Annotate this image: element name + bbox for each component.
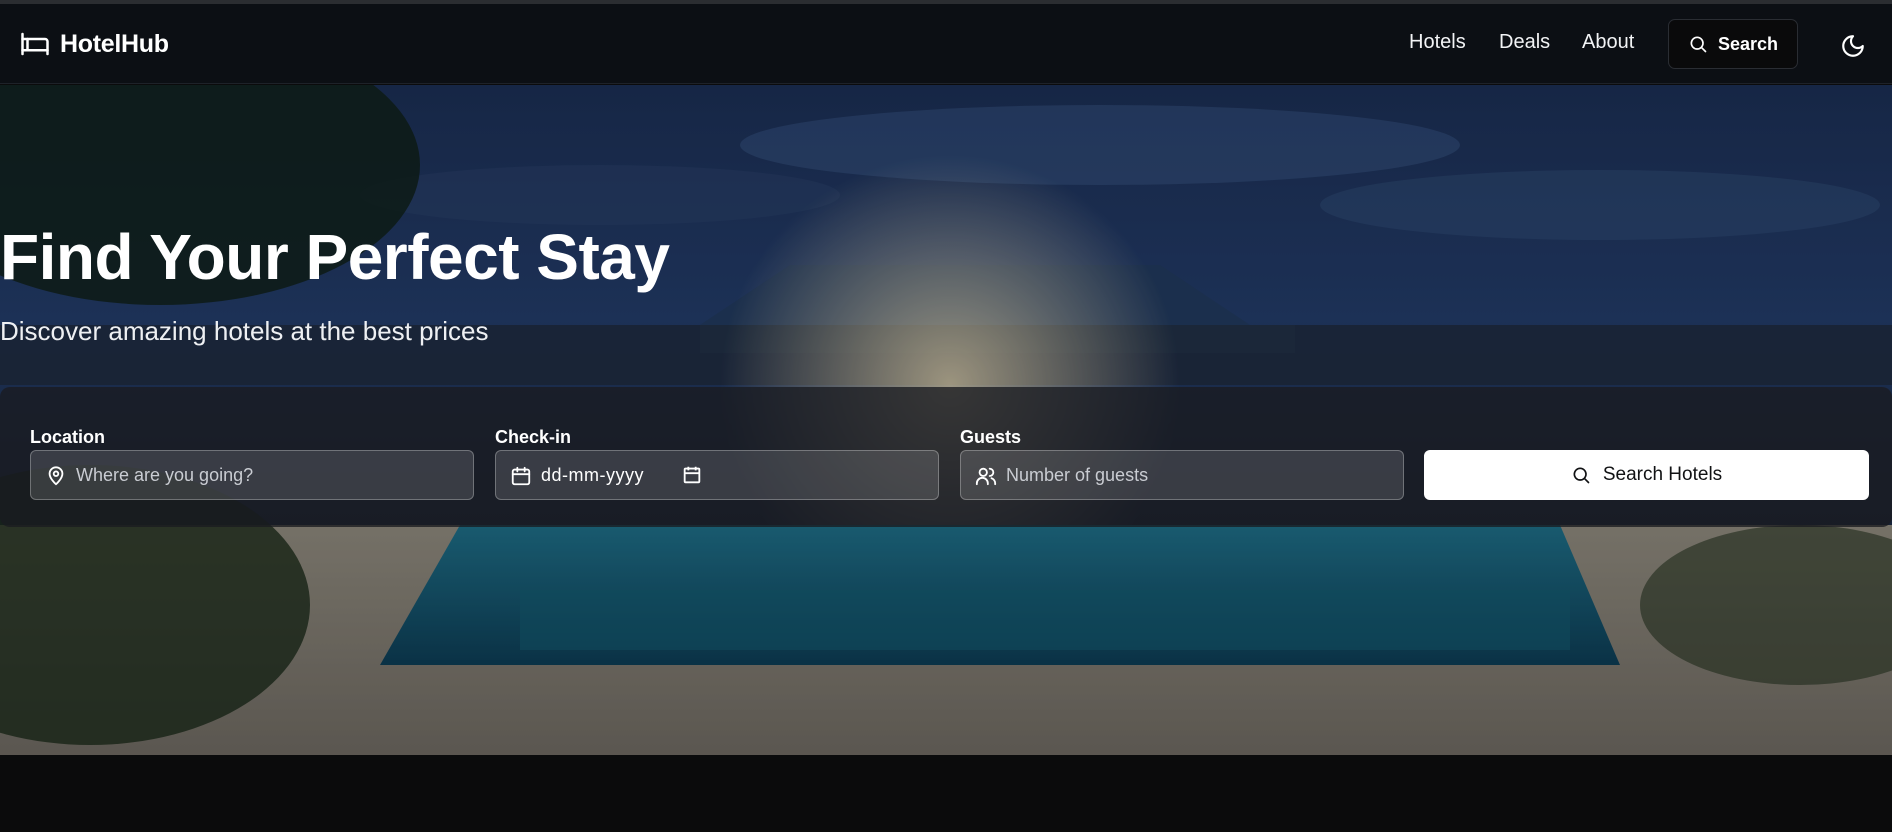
search-icon <box>1690 36 1707 53</box>
calendar-icon <box>511 466 531 486</box>
guests-input[interactable]: Number of guests <box>960 450 1404 500</box>
navbar: HotelHub Hotels Deals About Search <box>0 4 1892 84</box>
hero-title: Find Your Perfect Stay <box>0 221 670 293</box>
map-pin-icon <box>48 466 64 486</box>
nav-link-deals[interactable]: Deals <box>1499 31 1550 54</box>
nav-link-hotels[interactable]: Hotels <box>1409 31 1466 54</box>
guests-label: Guests <box>960 427 1022 447</box>
checkin-value: dd-mm-yyyy <box>541 464 644 485</box>
search-hotels-button[interactable]: Search Hotels <box>1424 450 1869 500</box>
brand-logo[interactable]: HotelHub <box>20 28 169 60</box>
theme-toggle-button[interactable] <box>1840 33 1866 59</box>
location-label: Location <box>30 427 105 447</box>
guests-placeholder: Number of guests <box>1006 464 1149 485</box>
moon-icon <box>1842 35 1864 57</box>
nav-search-label: Search <box>1717 33 1779 54</box>
brand-name: HotelHub <box>60 29 169 58</box>
checkin-date-input[interactable]: dd-mm-yyyy <box>495 450 939 500</box>
hotel-search-form: Location Where are you going? Check-in d… <box>0 387 1892 527</box>
checkin-label: Check-in <box>495 427 572 447</box>
date-picker-icon[interactable] <box>681 464 703 486</box>
users-icon <box>975 467 997 486</box>
nav-link-about[interactable]: About <box>1582 31 1634 54</box>
nav-search-button[interactable]: Search <box>1668 19 1798 69</box>
location-placeholder: Where are you going? <box>76 464 254 485</box>
search-hotels-label: Search Hotels <box>1602 464 1723 485</box>
hero-section: Find Your Perfect Stay Discover amazing … <box>0 85 1892 755</box>
location-input[interactable]: Where are you going? <box>30 450 474 500</box>
search-icon <box>1573 467 1590 484</box>
hero-subtitle: Discover amazing hotels at the best pric… <box>0 316 489 346</box>
bed-icon <box>21 32 49 56</box>
